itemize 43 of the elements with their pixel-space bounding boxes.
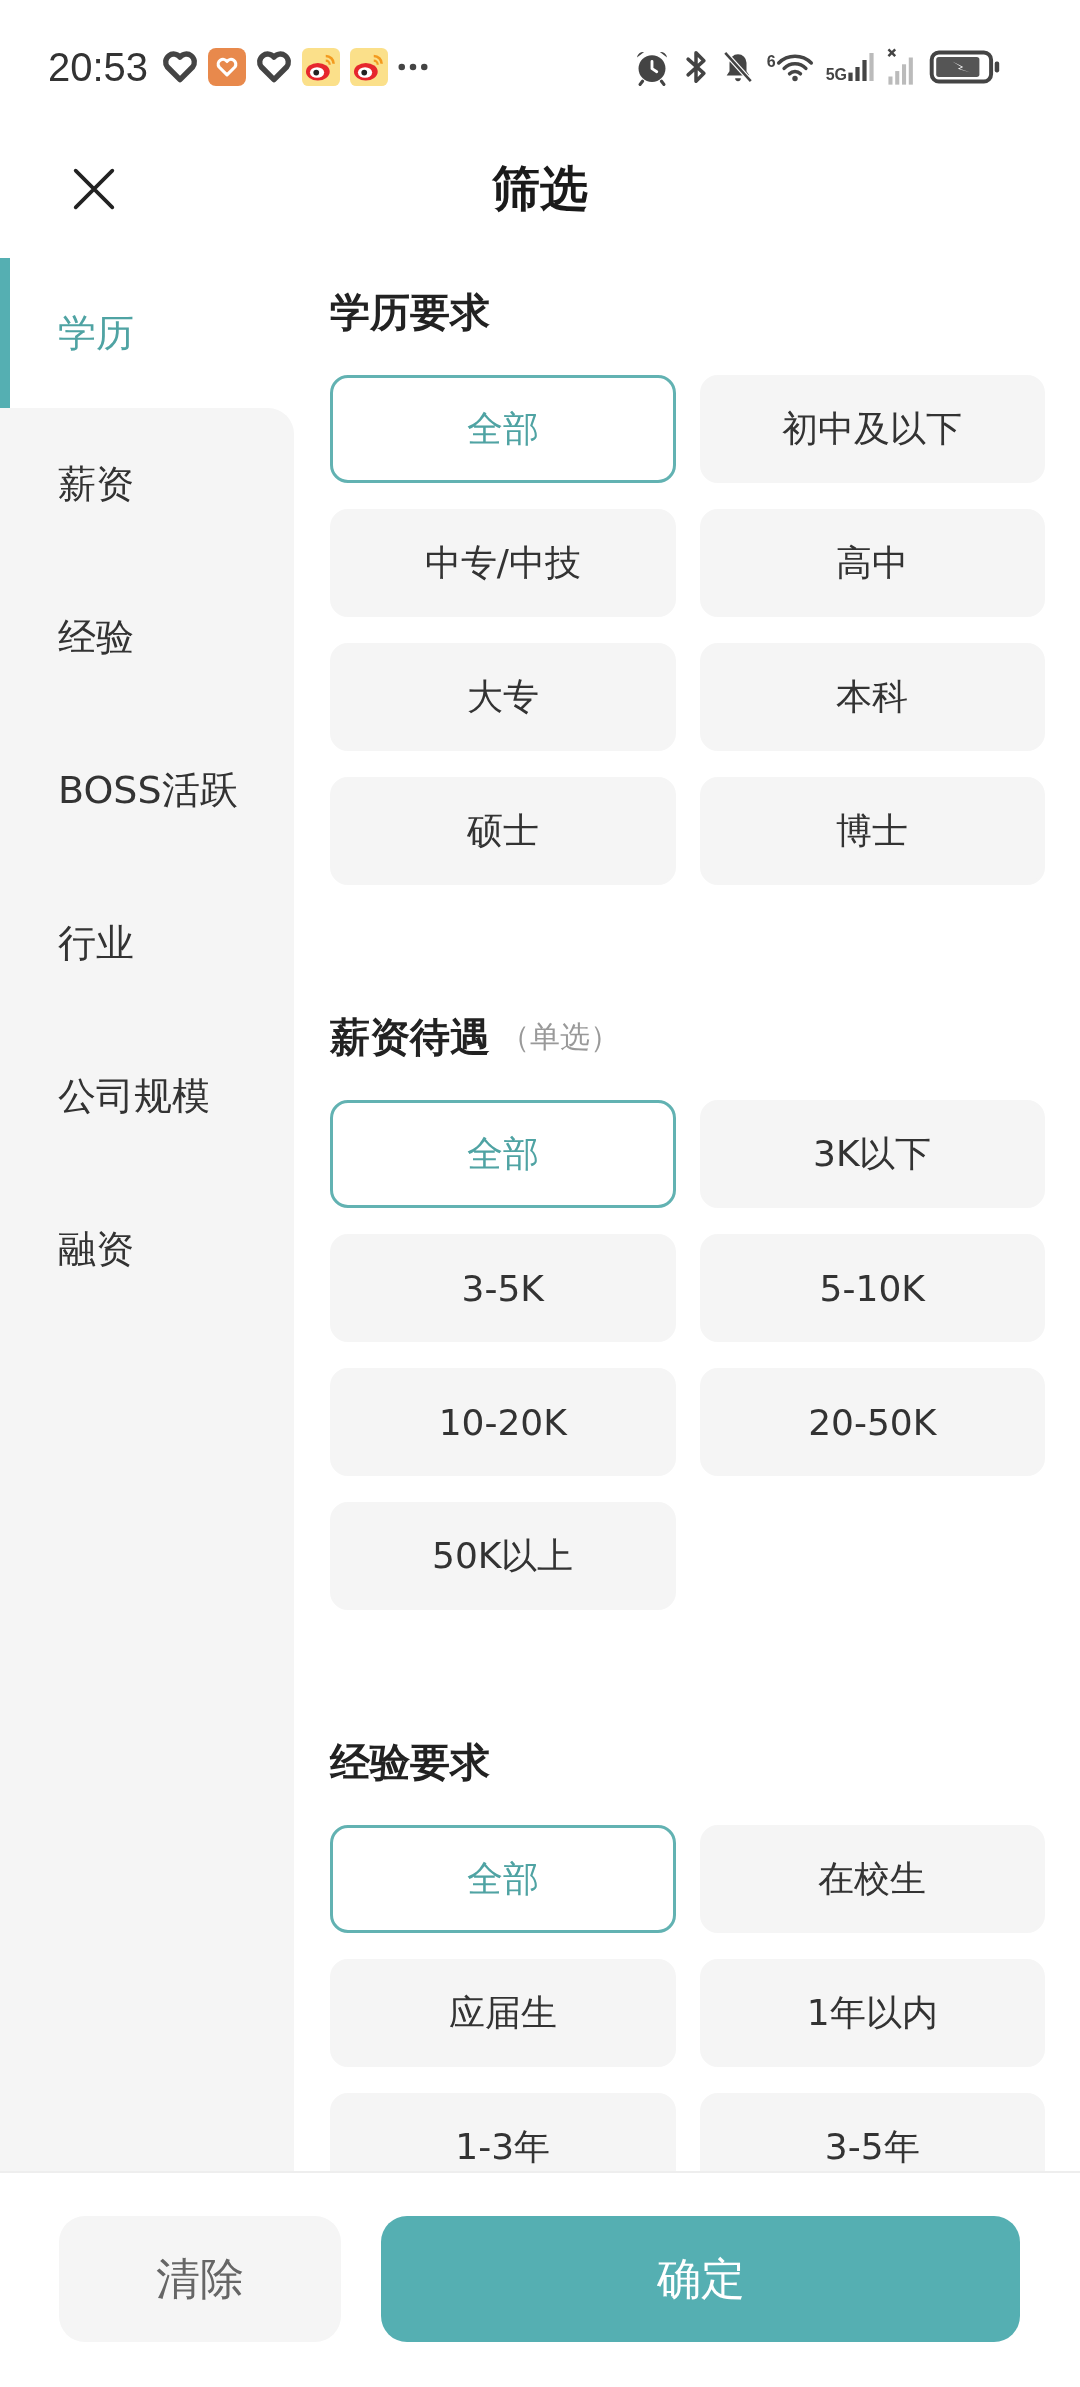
- heart-icon: [162, 50, 199, 84]
- sidebar-tab[interactable]: 行业: [0, 867, 294, 1020]
- battery-charging-icon: [929, 49, 1001, 85]
- filter-option[interactable]: 中专/中技: [330, 509, 676, 617]
- close-icon[interactable]: [72, 167, 116, 211]
- filter-option[interactable]: 1年以内: [699, 1959, 1045, 2067]
- filter-option[interactable]: 初中及以下: [699, 375, 1045, 483]
- sidebar-tab[interactable]: 薪资: [0, 408, 294, 561]
- section-title: 学历要求: [330, 287, 490, 337]
- sidebar-tab[interactable]: 公司规模: [0, 1020, 294, 1173]
- wifi-icon: [775, 52, 814, 82]
- eye-app-icon: [302, 48, 341, 86]
- filter-option[interactable]: 5-10K: [699, 1234, 1045, 1342]
- signal-icon: [847, 51, 875, 83]
- filter-option[interactable]: 大专: [330, 643, 676, 751]
- network-type-label: 5G: [825, 67, 847, 83]
- eye-app-icon: [350, 48, 389, 86]
- heart-app-icon: [208, 48, 247, 86]
- sidebar-tab[interactable]: 经验: [0, 561, 294, 714]
- filter-option[interactable]: 应届生: [330, 1959, 676, 2067]
- section-title: 薪资待遇: [330, 1012, 490, 1062]
- filter-option[interactable]: 在校生: [699, 1825, 1045, 1933]
- filter-option[interactable]: 20-50K: [699, 1368, 1045, 1476]
- section-title: 经验要求: [330, 1737, 490, 1787]
- filter-option[interactable]: 10-20K: [330, 1368, 676, 1476]
- sidebar-tab[interactable]: BOSS活跃: [0, 714, 294, 867]
- filter-option[interactable]: 硕士: [330, 777, 676, 885]
- page-title: 筛选: [492, 159, 588, 218]
- filter-option[interactable]: 高中: [699, 509, 1045, 617]
- status-time: 20:53: [48, 44, 149, 90]
- filter-option[interactable]: 本科: [699, 643, 1045, 751]
- sidebar-tab[interactable]: 融资: [0, 1173, 294, 1326]
- heart-icon: [256, 50, 293, 84]
- filter-option[interactable]: 3-5K: [330, 1234, 676, 1342]
- filter-option[interactable]: 3K以下: [699, 1100, 1045, 1208]
- filter-option[interactable]: 50K以上: [330, 1502, 676, 1610]
- wifi-standard-label: 6: [766, 54, 776, 70]
- section-note: （单选）: [500, 1017, 620, 1056]
- more-icon: [398, 63, 429, 71]
- filter-option[interactable]: 博士: [699, 777, 1045, 885]
- clear-button[interactable]: 清除: [59, 2216, 341, 2342]
- filter-option[interactable]: 3-5年: [699, 2093, 1045, 2171]
- filter-option[interactable]: 1-3年: [330, 2093, 676, 2171]
